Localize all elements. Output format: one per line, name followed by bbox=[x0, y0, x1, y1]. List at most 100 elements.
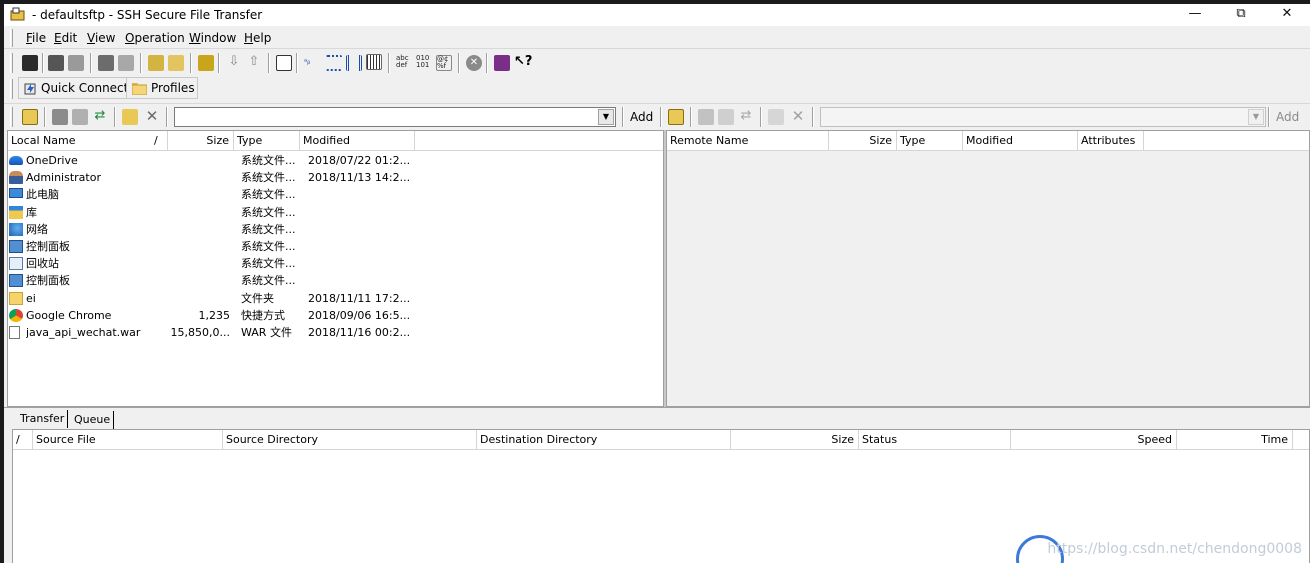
local-refresh-icon[interactable]: ⇄ bbox=[92, 108, 108, 124]
table-row[interactable]: OneDrive 系统文件... 2018/07/22 01:2... bbox=[8, 152, 663, 169]
local-delete-icon[interactable]: ✕ bbox=[144, 107, 160, 125]
local-modified-header[interactable]: Modified bbox=[300, 131, 415, 151]
menu-file[interactable]: File bbox=[26, 31, 46, 45]
new-window-icon[interactable] bbox=[276, 55, 292, 71]
remote-modified-header[interactable]: Modified bbox=[963, 131, 1078, 151]
new-file-transfer-icon[interactable] bbox=[168, 55, 184, 71]
table-row[interactable]: 网络 系统文件... bbox=[8, 221, 663, 238]
table-row[interactable]: Google Chrome 1,235 快捷方式 2018/09/06 16:5... bbox=[8, 307, 663, 324]
local-name-header[interactable]: Local Name / bbox=[8, 131, 168, 151]
details-view-icon[interactable] bbox=[366, 54, 382, 70]
transfer-status-header[interactable]: Status bbox=[859, 430, 1011, 450]
local-type-header[interactable]: Type bbox=[234, 131, 300, 151]
local-path-combo[interactable]: ▼ bbox=[174, 107, 616, 127]
disconnect-icon[interactable]: ✕ bbox=[466, 55, 482, 71]
transfer-tabbar: Transfer Queue bbox=[4, 407, 1310, 429]
destination-directory-header[interactable]: Destination Directory bbox=[477, 430, 731, 450]
cell-size: 1,235 bbox=[198, 308, 231, 322]
new-terminal-icon[interactable] bbox=[148, 55, 164, 71]
minimize-button[interactable]: — bbox=[1172, 4, 1218, 26]
local-add-button[interactable]: Add bbox=[630, 108, 653, 128]
quick-connect-button[interactable]: Quick Connect bbox=[18, 77, 130, 99]
table-row[interactable]: ei 文件夹 2018/11/11 17:2... bbox=[8, 290, 663, 307]
remote-size-header[interactable]: Size bbox=[829, 131, 897, 151]
table-row[interactable]: 库 系统文件... bbox=[8, 204, 663, 221]
table-row[interactable]: 控制面板 系统文件... bbox=[8, 272, 663, 289]
recycle-bin-icon bbox=[9, 257, 23, 271]
settings-icon[interactable] bbox=[198, 55, 214, 71]
cell-type: 系统文件... bbox=[241, 188, 296, 202]
remote-up-folder-icon[interactable] bbox=[668, 109, 684, 125]
upload-arrow-icon[interactable]: ⇧ bbox=[246, 55, 262, 71]
remote-path-combo[interactable]: ▼ bbox=[820, 107, 1266, 127]
transfer-size-header[interactable]: Size bbox=[731, 430, 859, 450]
profiles-button[interactable]: Profiles bbox=[126, 77, 198, 99]
local-new-folder-icon[interactable] bbox=[122, 109, 138, 125]
close-button[interactable]: ✕ bbox=[1264, 4, 1310, 26]
toolbar-separator bbox=[1268, 107, 1270, 127]
cell-modified: 2018/11/11 17:2... bbox=[308, 291, 411, 305]
table-row[interactable]: 此电脑 系统文件... bbox=[8, 186, 663, 203]
chevron-down-icon[interactable]: ▼ bbox=[1248, 109, 1264, 125]
save-icon[interactable] bbox=[22, 55, 38, 71]
menu-edit[interactable]: Edit bbox=[54, 31, 77, 45]
tab-transfer[interactable]: Transfer bbox=[20, 410, 69, 428]
remote-new-folder-icon[interactable] bbox=[768, 109, 784, 125]
table-row[interactable]: Administrator 系统文件... 2018/11/13 14:2... bbox=[8, 169, 663, 186]
local-up-folder-icon[interactable] bbox=[22, 109, 38, 125]
toolbar-separator bbox=[660, 107, 662, 127]
network-icon bbox=[9, 222, 23, 236]
list-view-icon[interactable] bbox=[346, 55, 362, 71]
small-icons-view-icon[interactable] bbox=[326, 55, 342, 71]
cell-name: java_api_wechat.war bbox=[26, 326, 141, 339]
transfer-sort-header[interactable]: / bbox=[13, 430, 33, 450]
menu-operation[interactable]: Operation bbox=[125, 31, 185, 45]
menu-window[interactable]: Window bbox=[189, 31, 236, 45]
profiles-toolbar: Quick Connect Profiles bbox=[4, 76, 1310, 102]
remote-home-icon[interactable] bbox=[698, 109, 714, 125]
copy-icon[interactable] bbox=[98, 55, 114, 71]
remote-folder-icon[interactable] bbox=[718, 109, 734, 125]
table-row[interactable]: 回收站 系统文件... bbox=[8, 255, 663, 272]
cell-type: 快捷方式 bbox=[241, 308, 285, 322]
tab-queue[interactable]: Queue bbox=[74, 411, 115, 429]
file-icon bbox=[9, 326, 20, 339]
quick-connect-icon bbox=[24, 83, 36, 95]
cell-type: 系统文件... bbox=[241, 205, 296, 219]
local-folder-icon[interactable] bbox=[72, 109, 88, 125]
print-preview-icon[interactable] bbox=[68, 55, 84, 71]
context-help-icon[interactable]: ↖? bbox=[514, 54, 532, 70]
maximize-button[interactable]: ⧉ bbox=[1218, 4, 1264, 26]
ascii-mode-icon[interactable]: abc def bbox=[396, 55, 412, 71]
remote-delete-icon[interactable]: ✕ bbox=[790, 107, 806, 125]
library-icon bbox=[9, 205, 23, 219]
source-directory-header[interactable]: Source Directory bbox=[223, 430, 477, 450]
auto-mode-icon[interactable]: @¢ %f bbox=[436, 55, 452, 71]
print-icon[interactable] bbox=[48, 55, 64, 71]
menu-help[interactable]: Help bbox=[244, 31, 271, 45]
menu-view[interactable]: View bbox=[87, 31, 115, 45]
remote-type-header[interactable]: Type bbox=[897, 131, 963, 151]
transfer-speed-header[interactable]: Speed bbox=[1011, 430, 1177, 450]
help-book-icon[interactable] bbox=[494, 55, 510, 71]
remote-refresh-icon[interactable]: ⇄ bbox=[738, 108, 754, 124]
toolbar-separator bbox=[90, 53, 92, 73]
remote-add-button[interactable]: Add bbox=[1276, 108, 1299, 128]
large-icons-view-icon[interactable]: ᵃᵦ bbox=[304, 55, 320, 71]
local-file-list: Local Name / Size Type Modified OneDrive… bbox=[7, 130, 664, 407]
cell-type: 系统文件... bbox=[241, 240, 296, 253]
source-file-header[interactable]: Source File bbox=[33, 430, 223, 450]
local-size-header[interactable]: Size bbox=[168, 131, 234, 151]
transfer-time-header[interactable]: Time bbox=[1177, 430, 1293, 450]
local-home-icon[interactable] bbox=[52, 109, 68, 125]
binary-mode-icon[interactable]: 010 101 bbox=[416, 55, 432, 71]
remote-attributes-header[interactable]: Attributes bbox=[1078, 131, 1144, 151]
local-header-filler bbox=[415, 131, 663, 151]
paste-icon[interactable] bbox=[118, 55, 134, 71]
download-arrow-icon[interactable]: ⇩ bbox=[226, 55, 242, 71]
menu-grip bbox=[10, 29, 13, 47]
table-row[interactable]: 控制面板 系统文件... bbox=[8, 238, 663, 255]
chevron-down-icon[interactable]: ▼ bbox=[598, 109, 614, 125]
table-row[interactable]: java_api_wechat.war 15,850,0... WAR 文件 2018… bbox=[8, 324, 663, 341]
remote-name-header[interactable]: Remote Name bbox=[667, 131, 829, 151]
